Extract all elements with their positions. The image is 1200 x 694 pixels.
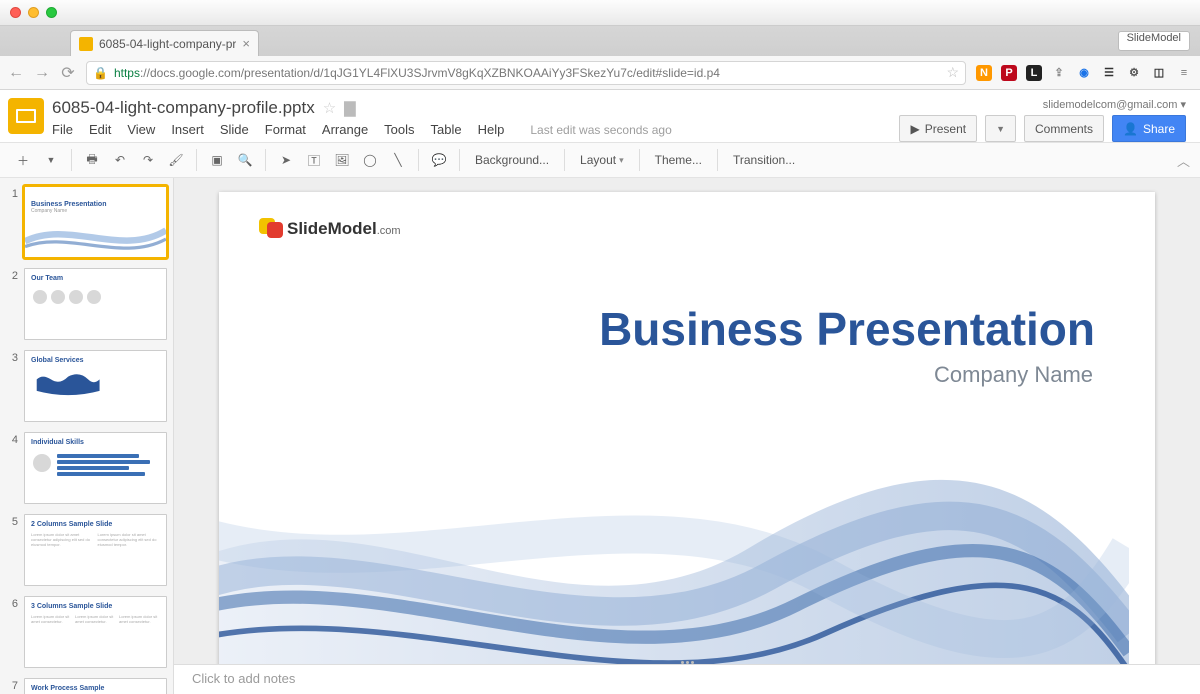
wave-graphic (219, 358, 1129, 664)
document-title[interactable]: 6085-04-light-company-profile.pptx (52, 98, 315, 118)
thumb-number: 2 (6, 268, 18, 340)
new-slide-button[interactable]: ＋ (10, 147, 36, 173)
menu-view[interactable]: View (127, 122, 155, 137)
image-tool-icon[interactable]: 🖼 (329, 147, 355, 173)
comment-icon[interactable]: 💬 (426, 147, 452, 173)
buffer-icon[interactable]: ☰ (1101, 65, 1117, 81)
slide-thumbnail[interactable]: Work Process Sample (24, 678, 167, 694)
canvas-area: SlideModel.com Business Presentation Com… (174, 178, 1200, 694)
bookmark-star-icon[interactable]: ☆ (946, 64, 959, 81)
forward-button[interactable]: → (34, 64, 50, 82)
slidemodel-logo: SlideModel.com (259, 218, 401, 240)
favicon-icon (79, 37, 93, 51)
select-tool-icon[interactable]: ➤ (273, 147, 299, 173)
window-close-button[interactable] (10, 7, 21, 18)
menu-slide[interactable]: Slide (220, 122, 249, 137)
canvas-scroll[interactable]: SlideModel.com Business Presentation Com… (174, 178, 1200, 664)
line-tool-icon[interactable]: ╲ (385, 147, 411, 173)
app-header: 6085-04-light-company-profile.pptx ☆ ▇ F… (0, 90, 1200, 142)
slide-canvas[interactable]: SlideModel.com Business Presentation Com… (219, 192, 1155, 664)
thumb-number: 7 (6, 678, 18, 694)
slide-thumbnail[interactable]: Our Team (24, 268, 167, 340)
zoom-icon[interactable]: 🔍 (232, 147, 258, 173)
zoom-fit-icon[interactable]: ▣ (204, 147, 230, 173)
new-slide-dropdown[interactable]: ▼ (38, 147, 64, 173)
address-bar[interactable]: 🔒 https ://docs.google.com/presentation/… (86, 61, 966, 85)
redo-icon[interactable]: ↷ (135, 147, 161, 173)
play-icon: ▶ (910, 122, 919, 136)
menu-file[interactable]: File (52, 122, 73, 137)
slide-panel[interactable]: 1 Business Presentation Company Name 2 O… (0, 178, 174, 694)
comments-button[interactable]: Comments (1024, 115, 1104, 142)
thumb-number: 6 (6, 596, 18, 668)
browser-toolbar: ← → ⟳ 🔒 https ://docs.google.com/present… (0, 56, 1200, 90)
menu-insert[interactable]: Insert (171, 122, 204, 137)
account-email[interactable]: slidemodelcom@gmail.com ▾ (1043, 98, 1186, 111)
mac-titlebar (0, 0, 1200, 26)
person-add-icon: 👤 (1123, 122, 1138, 136)
layout-button[interactable]: Layout (572, 147, 632, 173)
share-button[interactable]: 👤 Share (1112, 115, 1186, 142)
extension-badge[interactable]: SlideModel (1118, 31, 1190, 51)
menu-help[interactable]: Help (478, 122, 505, 137)
menu-arrange[interactable]: Arrange (322, 122, 368, 137)
last-edit-label: Last edit was seconds ago (530, 123, 671, 137)
url-path: ://docs.google.com/presentation/d/1qJG1Y… (140, 66, 720, 80)
paint-format-icon[interactable]: 🖌 (163, 147, 189, 173)
folder-icon[interactable]: ▇ (344, 99, 356, 117)
slide-thumbnail[interactable]: 2 Columns Sample Slide Lorem ipsum dolor… (24, 514, 167, 586)
background-button[interactable]: Background... (467, 147, 557, 173)
main-area: 1 Business Presentation Company Name 2 O… (0, 178, 1200, 694)
window-minimize-button[interactable] (28, 7, 39, 18)
pinterest-icon[interactable]: P (1001, 65, 1017, 81)
ext-icon[interactable]: ◉ (1076, 65, 1092, 81)
menu-bar: File Edit View Insert Slide Format Arran… (52, 122, 899, 137)
tab-title: 6085-04-light-company-pr (99, 37, 236, 51)
slide-thumbnail[interactable]: Individual Skills (24, 432, 167, 504)
speaker-notes[interactable]: Click to add notes (174, 664, 1200, 694)
shape-tool-icon[interactable]: ◯ (357, 147, 383, 173)
browser-tab-strip: 6085-04-light-company-pr × SlideModel (0, 26, 1200, 56)
menu-tools[interactable]: Tools (384, 122, 414, 137)
thumb-number: 4 (6, 432, 18, 504)
present-button[interactable]: ▶ Present (899, 115, 977, 142)
transition-button[interactable]: Transition... (725, 147, 803, 173)
print-icon[interactable]: 🖶 (79, 147, 105, 173)
menu-edit[interactable]: Edit (89, 122, 111, 137)
star-icon[interactable]: ☆ (323, 99, 336, 117)
ext-icon[interactable]: N (976, 65, 992, 81)
thumb-number: 5 (6, 514, 18, 586)
slide-title[interactable]: Business Presentation (599, 302, 1095, 356)
tab-close-icon[interactable]: × (242, 36, 250, 51)
browser-tab[interactable]: 6085-04-light-company-pr × (70, 30, 259, 56)
window-zoom-button[interactable] (46, 7, 57, 18)
notes-resize-handle[interactable] (672, 661, 702, 669)
ext-icon[interactable]: L (1026, 65, 1042, 81)
textbox-tool-icon[interactable]: 🅃 (301, 147, 327, 173)
extension-icons: N P L ⇪ ◉ ☰ ⚙ ◫ ≡ (976, 65, 1192, 81)
notes-placeholder: Click to add notes (192, 671, 295, 686)
reload-button[interactable]: ⟳ (60, 63, 76, 83)
ext-icon[interactable]: ⇪ (1051, 65, 1067, 81)
present-dropdown[interactable]: ▼ (985, 115, 1016, 142)
toolbar-chevron-icon[interactable]: ︿ (1177, 151, 1190, 170)
thumb-number: 1 (6, 186, 18, 258)
thumb-number: 3 (6, 350, 18, 422)
slide-thumbnail[interactable]: Business Presentation Company Name (24, 186, 167, 258)
slide-thumbnail[interactable]: 3 Columns Sample Slide Lorem ipsum dolor… (24, 596, 167, 668)
theme-button[interactable]: Theme... (647, 147, 710, 173)
back-button[interactable]: ← (8, 64, 24, 82)
undo-icon[interactable]: ↶ (107, 147, 133, 173)
browser-menu-icon[interactable]: ≡ (1176, 65, 1192, 81)
ext-icon[interactable]: ◫ (1151, 65, 1167, 81)
toolbar: ＋ ▼ 🖶 ↶ ↷ 🖌 ▣ 🔍 ➤ 🅃 🖼 ◯ ╲ 💬 Background..… (0, 142, 1200, 178)
slide-thumbnail[interactable]: Global Services (24, 350, 167, 422)
ext-icon[interactable]: ⚙ (1126, 65, 1142, 81)
lock-icon: 🔒 (93, 66, 108, 80)
slides-logo-icon[interactable] (8, 98, 44, 134)
menu-table[interactable]: Table (431, 122, 462, 137)
menu-format[interactable]: Format (265, 122, 306, 137)
url-scheme: https (114, 66, 140, 80)
